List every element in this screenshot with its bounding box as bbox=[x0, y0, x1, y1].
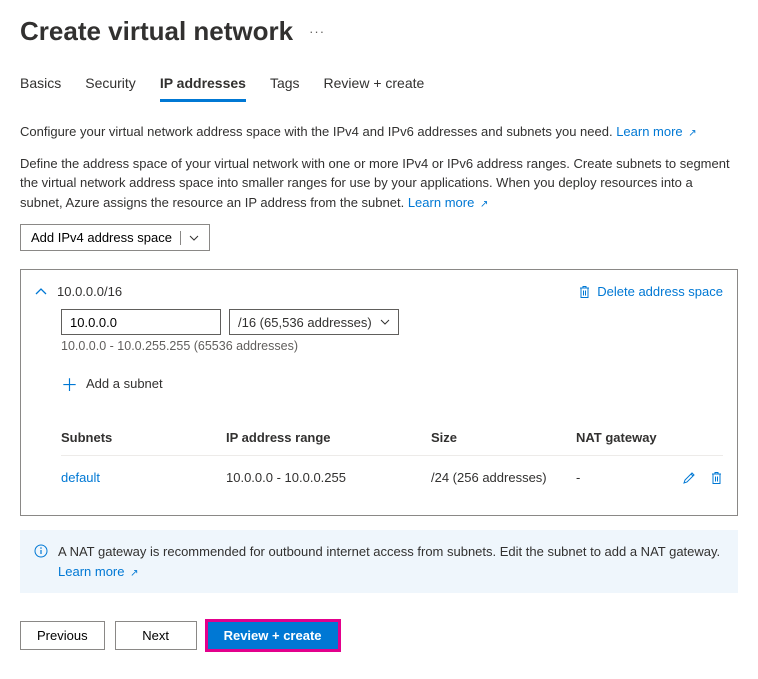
learn-more-link-1[interactable]: Learn more ↗ bbox=[616, 124, 697, 139]
footer-buttons: Previous Next Review + create bbox=[20, 621, 738, 650]
add-ipv4-address-space-button[interactable]: Add IPv4 address space bbox=[20, 224, 210, 251]
description-1-text: Configure your virtual network address s… bbox=[20, 124, 616, 139]
tab-ip-addresses[interactable]: IP addresses bbox=[160, 75, 246, 102]
table-row: default 10.0.0.0 - 10.0.0.255 /24 (256 a… bbox=[61, 455, 723, 499]
subnet-size: /24 (256 addresses) bbox=[431, 470, 576, 485]
external-link-icon: ↗ bbox=[130, 568, 138, 579]
subnet-table: Subnets IP address range Size NAT gatewa… bbox=[61, 420, 723, 499]
description-1: Configure your virtual network address s… bbox=[20, 122, 738, 142]
info-text: A NAT gateway is recommended for outboun… bbox=[58, 544, 720, 559]
description-2: Define the address space of your virtual… bbox=[20, 154, 738, 213]
learn-more-link-2[interactable]: Learn more ↗ bbox=[408, 195, 489, 210]
delete-address-space-button[interactable]: Delete address space bbox=[578, 284, 723, 299]
info-icon bbox=[34, 544, 48, 558]
add-space-label: Add IPv4 address space bbox=[31, 230, 172, 245]
header-subnets: Subnets bbox=[61, 430, 226, 445]
external-link-icon: ↗ bbox=[688, 128, 696, 139]
add-subnet-button[interactable]: ＋ Add a subnet bbox=[61, 371, 723, 396]
subnet-name-link[interactable]: default bbox=[61, 470, 226, 485]
address-space-size-select[interactable]: /16 (65,536 addresses) bbox=[229, 309, 399, 335]
plus-icon: ＋ bbox=[61, 371, 78, 396]
edit-subnet-icon[interactable] bbox=[682, 471, 696, 485]
header-nat-gateway: NAT gateway bbox=[576, 430, 723, 445]
delete-label: Delete address space bbox=[597, 284, 723, 299]
delete-subnet-icon[interactable] bbox=[710, 471, 723, 485]
subnet-range: 10.0.0.0 - 10.0.0.255 bbox=[226, 470, 431, 485]
chevron-down-icon bbox=[189, 235, 199, 241]
trash-icon bbox=[578, 285, 591, 299]
header-size: Size bbox=[431, 430, 576, 445]
chevron-down-icon bbox=[380, 319, 390, 325]
review-create-button[interactable]: Review + create bbox=[207, 621, 339, 650]
next-button[interactable]: Next bbox=[115, 621, 197, 650]
address-range-text: 10.0.0.0 - 10.0.255.255 (65536 addresses… bbox=[61, 339, 723, 353]
previous-button[interactable]: Previous bbox=[20, 621, 105, 650]
nat-gateway-info: A NAT gateway is recommended for outboun… bbox=[20, 530, 738, 593]
address-space-cidr: 10.0.0.0/16 bbox=[57, 284, 122, 299]
header-ip-range: IP address range bbox=[226, 430, 431, 445]
external-link-icon: ↗ bbox=[480, 199, 488, 210]
address-space-panel: 10.0.0.0/16 Delete address space /16 (65… bbox=[20, 269, 738, 516]
tab-bar: Basics Security IP addresses Tags Review… bbox=[20, 75, 738, 102]
tab-security[interactable]: Security bbox=[85, 75, 136, 102]
subnet-nat: - bbox=[576, 470, 663, 485]
starting-address-input[interactable] bbox=[61, 309, 221, 335]
tab-basics[interactable]: Basics bbox=[20, 75, 61, 102]
page-title: Create virtual network bbox=[20, 16, 293, 47]
description-2-text: Define the address space of your virtual… bbox=[20, 156, 730, 210]
collapse-icon[interactable] bbox=[35, 288, 47, 296]
table-header-row: Subnets IP address range Size NAT gatewa… bbox=[61, 420, 723, 455]
info-text-container: A NAT gateway is recommended for outboun… bbox=[58, 542, 724, 581]
tab-review-create[interactable]: Review + create bbox=[324, 75, 425, 102]
tab-tags[interactable]: Tags bbox=[270, 75, 300, 102]
info-learn-more-link[interactable]: Learn more ↗ bbox=[58, 564, 139, 579]
more-button[interactable]: ··· bbox=[309, 24, 325, 39]
button-divider bbox=[180, 231, 181, 245]
add-subnet-label: Add a subnet bbox=[86, 376, 163, 391]
size-select-value: /16 (65,536 addresses) bbox=[238, 315, 372, 330]
